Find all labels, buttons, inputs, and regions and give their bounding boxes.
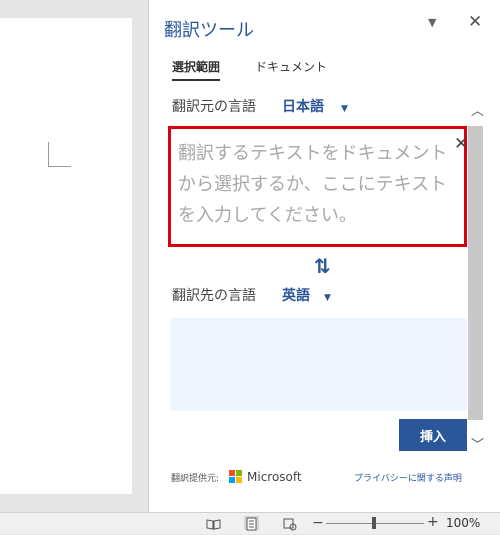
zoom-in-button[interactable]: +: [427, 514, 439, 530]
translator-pane: 翻訳ツール ▼ ✕ 選択範囲 ドキュメント 翻訳元の言語 日本語 ▼ 翻訳するテ…: [148, 0, 500, 512]
pane-title: 翻訳ツール: [164, 20, 254, 41]
document-area: [0, 0, 148, 512]
status-bar: − + 100%: [0, 512, 500, 534]
web-layout-icon[interactable]: [282, 516, 297, 531]
zoom-level[interactable]: 100%: [446, 516, 480, 530]
privacy-link[interactable]: プライバシーに関する声明: [354, 471, 462, 484]
margin-corner-mark: [48, 142, 71, 167]
source-placeholder: 翻訳するテキストをドキュメントから選択するか、ここにテキストを入力してください。: [178, 143, 448, 226]
tab-selection[interactable]: 選択範囲: [172, 58, 221, 81]
read-mode-icon[interactable]: [206, 516, 221, 530]
target-language-select[interactable]: 英語: [282, 285, 310, 305]
scroll-up-icon[interactable]: ︿: [471, 100, 484, 119]
target-language-label: 翻訳先の言語: [172, 288, 256, 304]
provider-name: Microsoft: [247, 470, 302, 484]
source-text-input[interactable]: 翻訳するテキストをドキュメントから選択するか、ここにテキストを入力してください。…: [168, 126, 468, 247]
pane-options-icon[interactable]: ▼: [428, 16, 436, 29]
source-language-label: 翻訳元の言語: [172, 99, 256, 115]
clear-text-icon[interactable]: ✕: [454, 134, 468, 154]
translation-output: [171, 318, 467, 411]
chevron-down-icon[interactable]: ▼: [341, 104, 348, 114]
insert-button[interactable]: 挿入: [399, 419, 467, 451]
document-page[interactable]: [0, 18, 132, 494]
scroll-down-icon[interactable]: ﹀: [471, 434, 484, 453]
zoom-out-button[interactable]: −: [312, 515, 324, 531]
chevron-down-icon[interactable]: ▼: [324, 293, 331, 303]
scrollbar-track[interactable]: [468, 126, 483, 420]
provider-label: 翻訳提供元:: [171, 474, 220, 484]
swap-languages-icon[interactable]: ⇅: [314, 254, 331, 278]
source-language-select[interactable]: 日本語: [282, 96, 324, 116]
print-layout-icon[interactable]: [244, 516, 259, 531]
zoom-slider-thumb[interactable]: [372, 517, 376, 529]
microsoft-logo-icon: [229, 470, 243, 484]
tab-document[interactable]: ドキュメント: [255, 58, 327, 75]
pane-close-button[interactable]: ✕: [468, 12, 482, 32]
